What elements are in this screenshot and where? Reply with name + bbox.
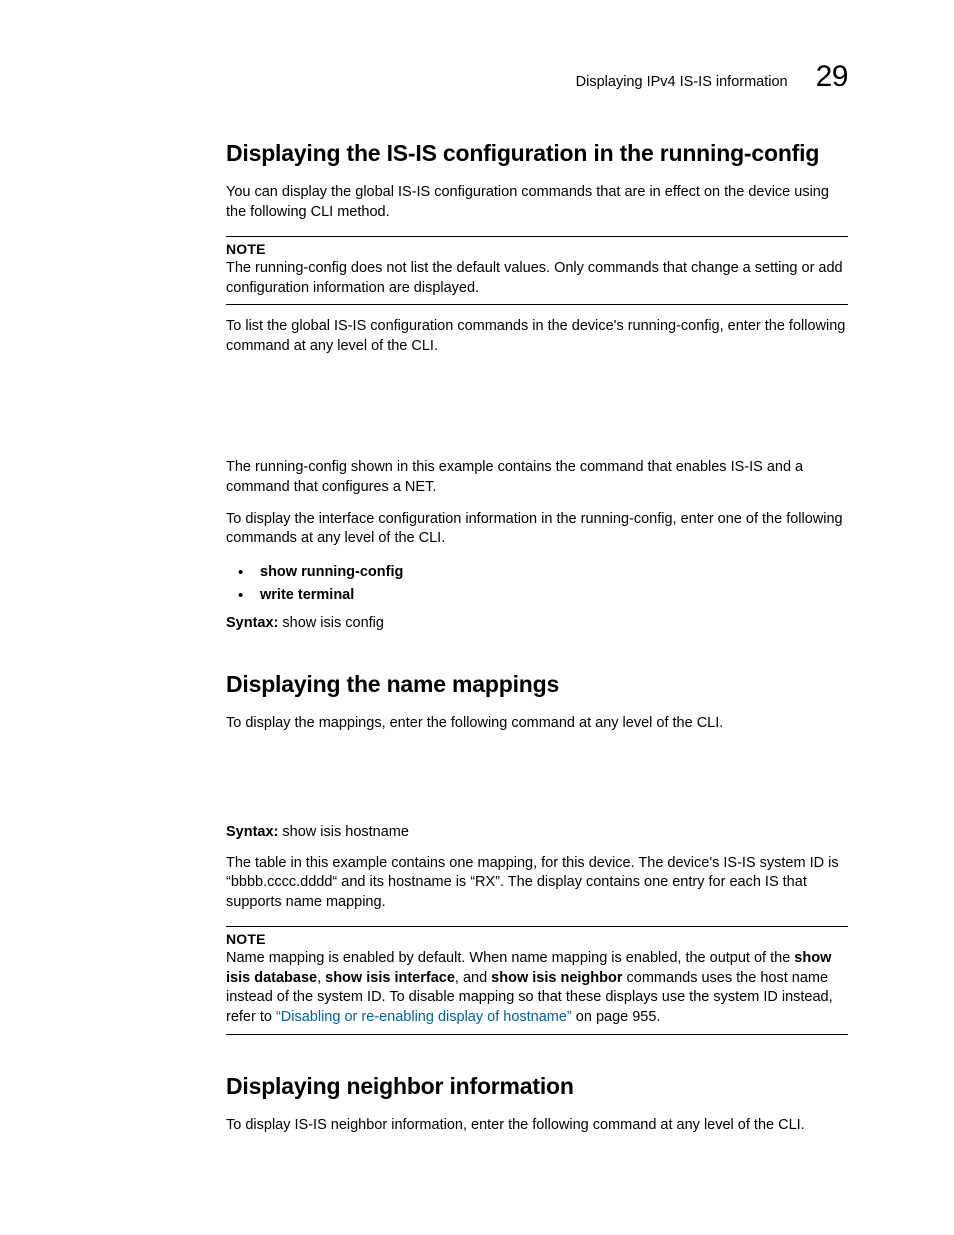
body-text: To display IS-IS neighbor information, e…: [226, 1116, 848, 1136]
bullet-list: show running-config write terminal: [226, 561, 848, 607]
rule: [226, 1034, 848, 1035]
section-heading: Displaying neighbor information: [226, 1073, 848, 1100]
rule: [226, 926, 848, 927]
cross-ref-link[interactable]: “Disabling or re-enabling display of hos…: [276, 1009, 572, 1025]
list-item: show running-config: [226, 561, 848, 584]
page-container: Displaying IPv4 IS-IS information 29 Dis…: [0, 0, 954, 1235]
note-block: NOTE Name mapping is enabled by default.…: [226, 926, 848, 1034]
body-text: The table in this example contains one m…: [226, 854, 848, 913]
command-text: show isis neighbor: [491, 970, 622, 986]
body-text: To list the global IS-IS configuration c…: [226, 317, 848, 356]
note-block: NOTE The running-config does not list th…: [226, 236, 848, 305]
rule: [226, 236, 848, 237]
section-heading: Displaying the name mappings: [226, 671, 848, 698]
note-body: Name mapping is enabled by default. When…: [226, 949, 848, 1027]
note-text: , and: [455, 970, 491, 986]
running-title: Displaying IPv4 IS-IS information: [576, 74, 788, 90]
body-text: To display the mappings, enter the follo…: [226, 714, 848, 734]
note-heading: NOTE: [226, 931, 848, 947]
rule: [226, 304, 848, 305]
syntax-label: Syntax:: [226, 824, 278, 840]
command-text: write terminal: [260, 587, 354, 603]
command-text: show isis interface: [325, 970, 455, 986]
note-text: Name mapping is enabled by default. When…: [226, 950, 794, 966]
spacer: [226, 1047, 848, 1073]
body-text: To display the interface configuration i…: [226, 510, 848, 549]
note-text: ,: [317, 970, 325, 986]
syntax-line: Syntax: show isis config: [226, 615, 848, 631]
note-heading: NOTE: [226, 241, 848, 257]
note-text: on page 955.: [572, 1009, 661, 1025]
running-header: Displaying IPv4 IS-IS information 29: [226, 60, 848, 94]
command-text: show running-config: [260, 564, 403, 580]
example-placeholder: [226, 746, 848, 820]
body-text: You can display the global IS-IS configu…: [226, 183, 848, 222]
spacer: [226, 645, 848, 671]
section-heading: Displaying the IS-IS configuration in th…: [226, 140, 848, 167]
body-text: The running-config shown in this example…: [226, 458, 848, 497]
example-placeholder: [226, 368, 848, 458]
list-item: write terminal: [226, 584, 848, 607]
chapter-number: 29: [816, 60, 848, 94]
syntax-line: Syntax: show isis hostname: [226, 824, 848, 840]
syntax-label: Syntax:: [226, 615, 278, 631]
syntax-value: show isis hostname: [278, 824, 409, 840]
syntax-value: show isis config: [278, 615, 384, 631]
note-body: The running-config does not list the def…: [226, 259, 848, 298]
